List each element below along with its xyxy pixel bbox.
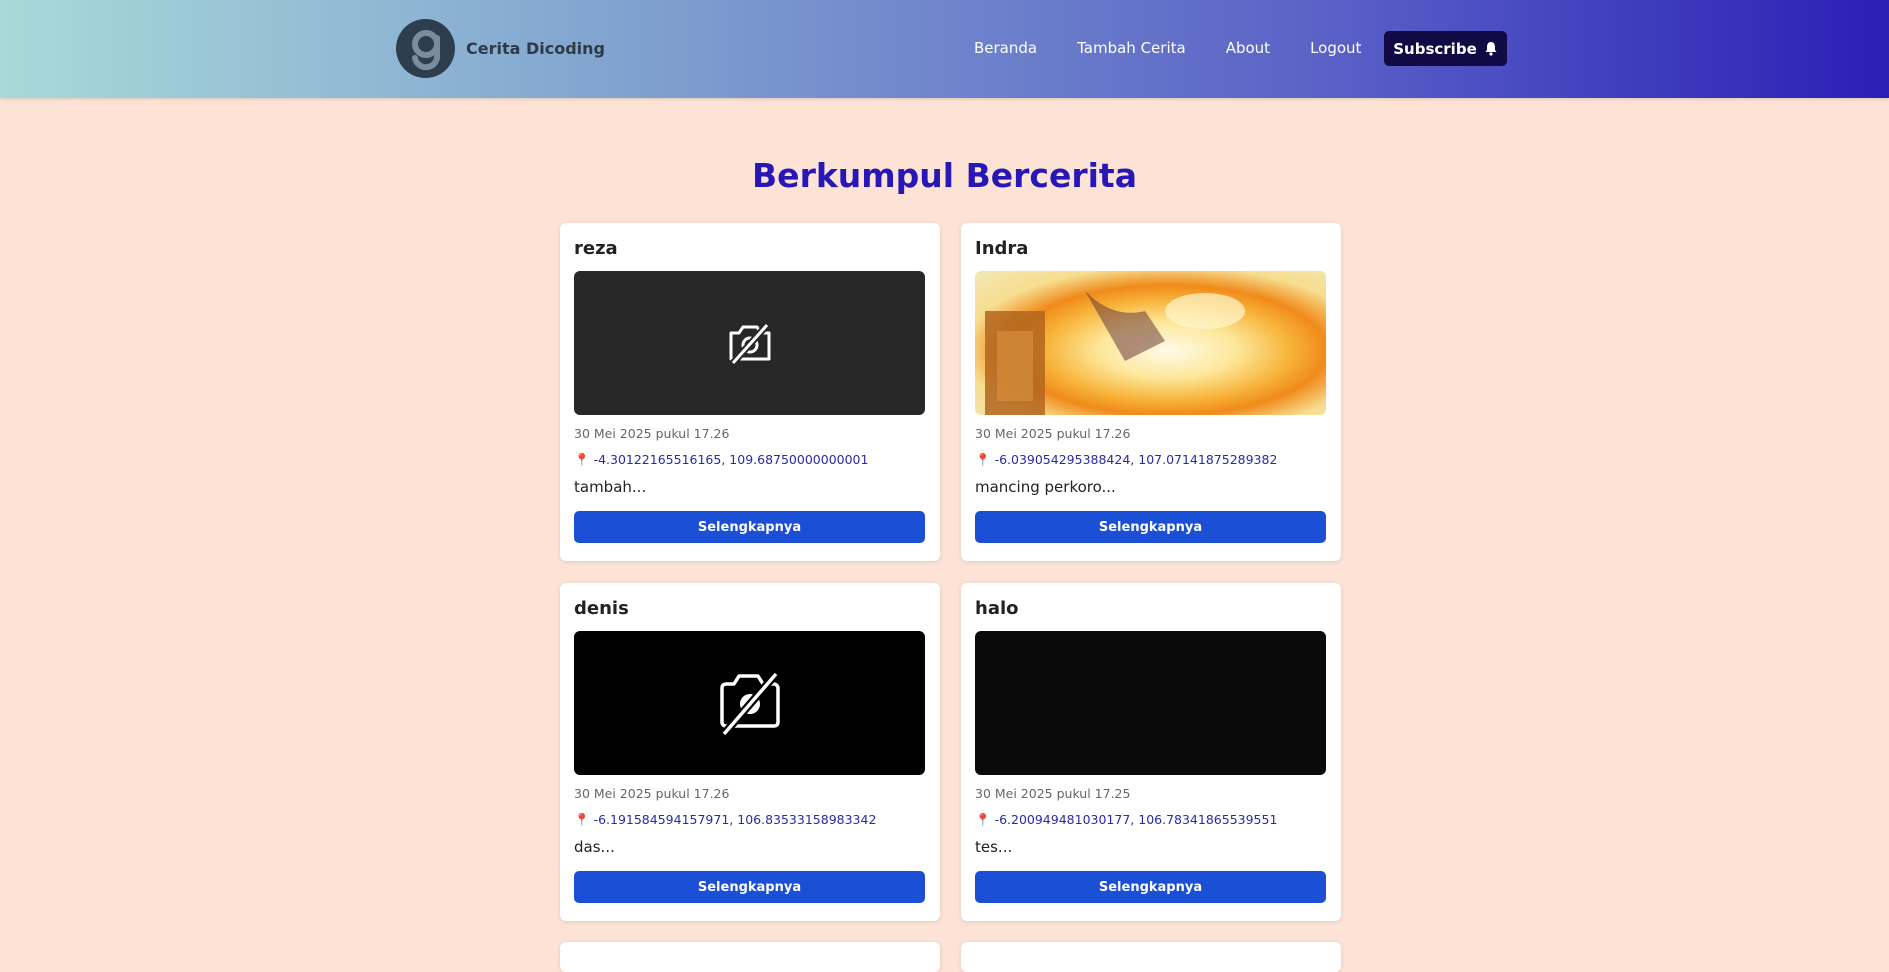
story-date: 30 Mei 2025 pukul 17.26	[574, 426, 730, 441]
brand[interactable]: Cerita Dicoding	[396, 19, 605, 78]
story-location: 📍 -6.039054295388424, 107.07141875289382	[975, 452, 1327, 470]
site-header: Cerita Dicoding Beranda Tambah Cerita Ab…	[0, 0, 1889, 98]
story-description: tes...	[975, 838, 1013, 856]
story-image	[975, 631, 1326, 775]
bell-icon	[1485, 42, 1497, 56]
main-nav: Beranda Tambah Cerita About Logout	[974, 31, 1401, 65]
brand-name: Cerita Dicoding	[466, 39, 606, 58]
subscribe-button[interactable]: Subscribe	[1384, 31, 1507, 66]
story-description: tambah...	[574, 478, 647, 496]
story-card: halo 30 Mei 2025 pukul 17.25 📍 -6.200949…	[961, 583, 1341, 921]
nav-tambah-cerita[interactable]: Tambah Cerita	[1077, 31, 1186, 65]
story-location-coords: -6.039054295388424, 107.07141875289382	[994, 452, 1278, 467]
read-more-button[interactable]: Selengkapnya	[975, 511, 1326, 543]
story-location: 📍 -6.200949481030177, 106.78341865539551	[975, 812, 1327, 830]
location-pin-icon: 📍	[574, 812, 590, 827]
story-image	[975, 271, 1326, 415]
story-date: 30 Mei 2025 pukul 17.26	[574, 786, 730, 801]
story-location-coords: -4.30122165516165, 109.68750000000001	[593, 452, 869, 467]
story-location-coords: -6.200949481030177, 106.78341865539551	[994, 812, 1278, 827]
camera-off-icon	[719, 671, 780, 736]
read-more-button[interactable]: Selengkapnya	[574, 871, 925, 903]
story-location-coords: -6.191584594157971, 106.83533158983342	[593, 812, 877, 827]
story-card: Indra 30 Mei 2025 pukul 17.26 📍 -6.03905…	[961, 223, 1341, 561]
story-description: das...	[574, 838, 615, 856]
nav-beranda[interactable]: Beranda	[974, 31, 1037, 65]
nav-about[interactable]: About	[1226, 31, 1270, 65]
story-image	[574, 271, 925, 415]
read-more-button[interactable]: Selengkapnya	[574, 511, 925, 543]
subscribe-label: Subscribe	[1393, 39, 1477, 58]
story-author: reza	[574, 238, 618, 259]
logo-icon	[396, 19, 455, 78]
story-date: 30 Mei 2025 pukul 17.26	[975, 426, 1131, 441]
story-author: denis	[574, 598, 629, 619]
story-description: mancing perkoro...	[975, 478, 1116, 496]
location-pin-icon: 📍	[975, 812, 991, 827]
location-pin-icon: 📍	[975, 452, 991, 467]
story-card: reza 30 Mei 2025 pukul 17.26 📍 -4.301221…	[560, 223, 940, 561]
read-more-button[interactable]: Selengkapnya	[975, 871, 1326, 903]
story-card: denis 30 Mei 2025 pukul 17.26 📍 -6.19158…	[560, 583, 940, 921]
page-title: Berkumpul Bercerita	[752, 156, 1137, 195]
story-image	[574, 631, 925, 775]
story-card-partial	[560, 942, 940, 972]
photo-illustration	[985, 291, 1245, 415]
story-author: halo	[975, 598, 1019, 619]
story-date: 30 Mei 2025 pukul 17.25	[975, 786, 1131, 801]
location-pin-icon: 📍	[574, 452, 590, 467]
story-author: Indra	[975, 238, 1029, 259]
story-card-partial	[961, 942, 1341, 972]
story-location: 📍 -4.30122165516165, 109.68750000000001	[574, 452, 926, 470]
nav-logout[interactable]: Logout	[1310, 31, 1361, 65]
camera-off-icon	[729, 322, 770, 365]
story-location: 📍 -6.191584594157971, 106.83533158983342	[574, 812, 926, 830]
